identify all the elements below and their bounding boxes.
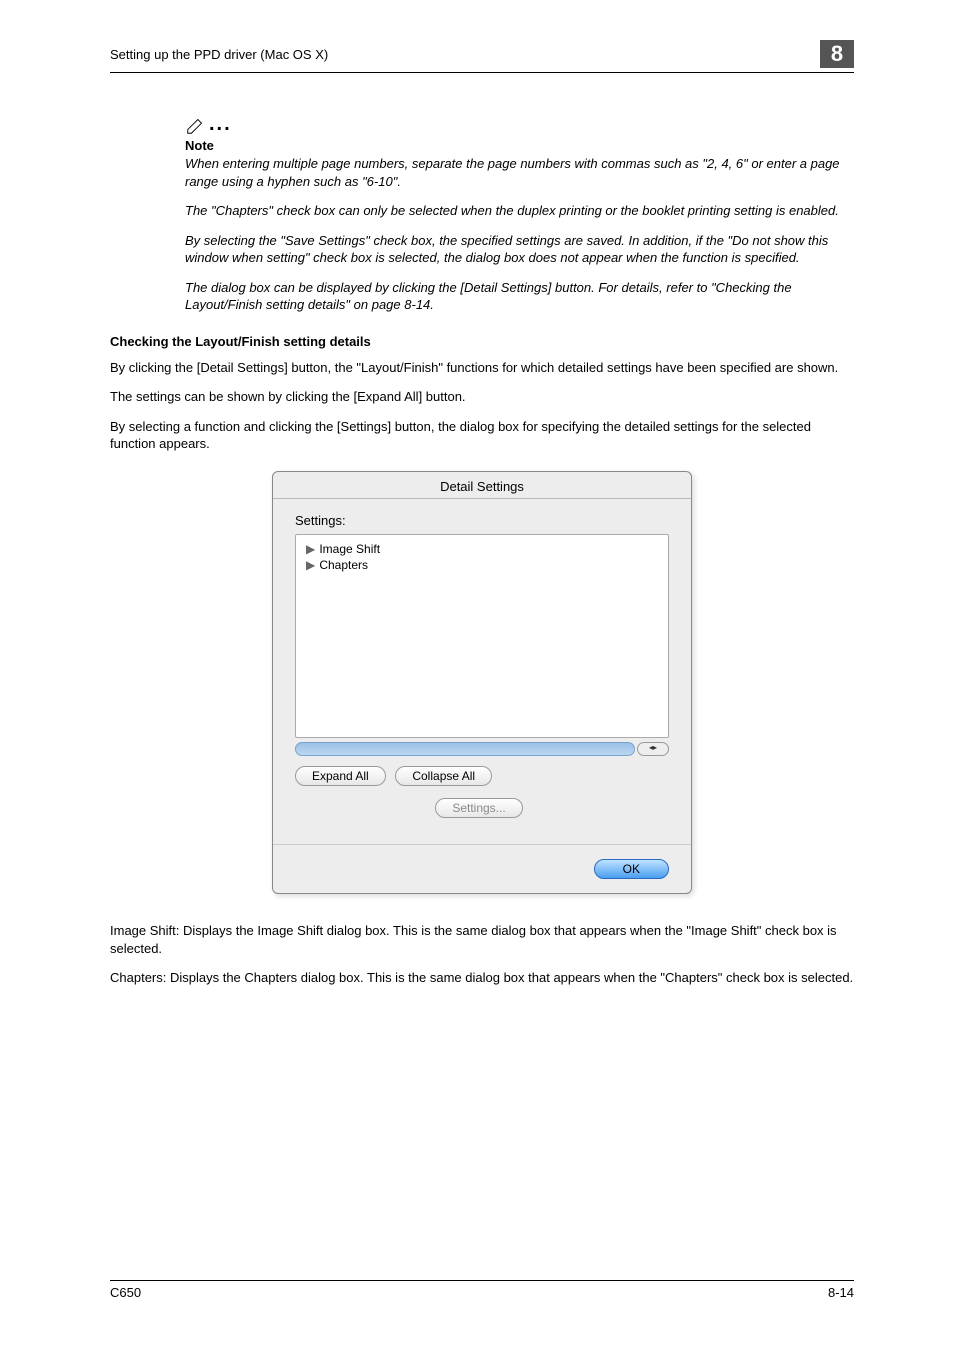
ok-button[interactable]: OK (594, 859, 669, 879)
note-paragraph: When entering multiple page numbers, sep… (185, 155, 854, 190)
after-dialog-paragraph: Chapters: Displays the Chapters dialog b… (110, 969, 854, 987)
expand-all-button[interactable]: Expand All (295, 766, 386, 786)
after-dialog-paragraph: Image Shift: Displays the Image Shift di… (110, 922, 854, 957)
list-item[interactable]: ▶ Chapters (306, 557, 658, 573)
page-footer: C650 8-14 (110, 1280, 854, 1300)
collapse-all-button[interactable]: Collapse All (395, 766, 492, 786)
note-paragraph: The "Chapters" check box can only be sel… (185, 202, 854, 220)
section-body: The settings can be shown by clicking th… (110, 388, 854, 406)
chapter-number: 8 (820, 40, 854, 68)
footer-left: C650 (110, 1285, 141, 1300)
section-body: By clicking the [Detail Settings] button… (110, 359, 854, 377)
settings-label: Settings: (295, 513, 669, 528)
list-item[interactable]: ▶ Image Shift (306, 541, 658, 557)
settings-list[interactable]: ▶ Image Shift ▶ Chapters (295, 534, 669, 738)
list-item-label: Chapters (319, 558, 368, 572)
list-item-label: Image Shift (319, 542, 380, 556)
footer-right: 8-14 (828, 1285, 854, 1300)
settings-button[interactable]: Settings... (435, 798, 522, 818)
disclosure-triangle-icon[interactable]: ▶ (306, 542, 316, 556)
breadcrumb: Setting up the PPD driver (Mac OS X) (110, 47, 328, 62)
detail-settings-dialog: Detail Settings Settings: ▶ Image Shift … (272, 471, 692, 894)
section-body: By selecting a function and clicking the… (110, 418, 854, 453)
note-icon-row: ... (185, 113, 854, 136)
ellipsis-icon: ... (209, 113, 232, 136)
note-paragraph: The dialog box can be displayed by click… (185, 279, 854, 314)
disclosure-triangle-icon[interactable]: ▶ (306, 558, 316, 572)
note-paragraph: By selecting the "Save Settings" check b… (185, 232, 854, 267)
note-block: ... Note When entering multiple page num… (185, 113, 854, 314)
pencil-icon (185, 114, 207, 136)
horizontal-scrollbar[interactable]: ◂▸ (295, 742, 669, 756)
page-header: Setting up the PPD driver (Mac OS X) 8 (110, 40, 854, 73)
scrollbar-arrows-icon[interactable]: ◂▸ (637, 742, 669, 756)
dialog-title: Detail Settings (273, 472, 691, 499)
scrollbar-track[interactable] (295, 742, 635, 756)
section-heading: Checking the Layout/Finish setting detai… (110, 334, 854, 349)
note-title: Note (185, 138, 854, 153)
